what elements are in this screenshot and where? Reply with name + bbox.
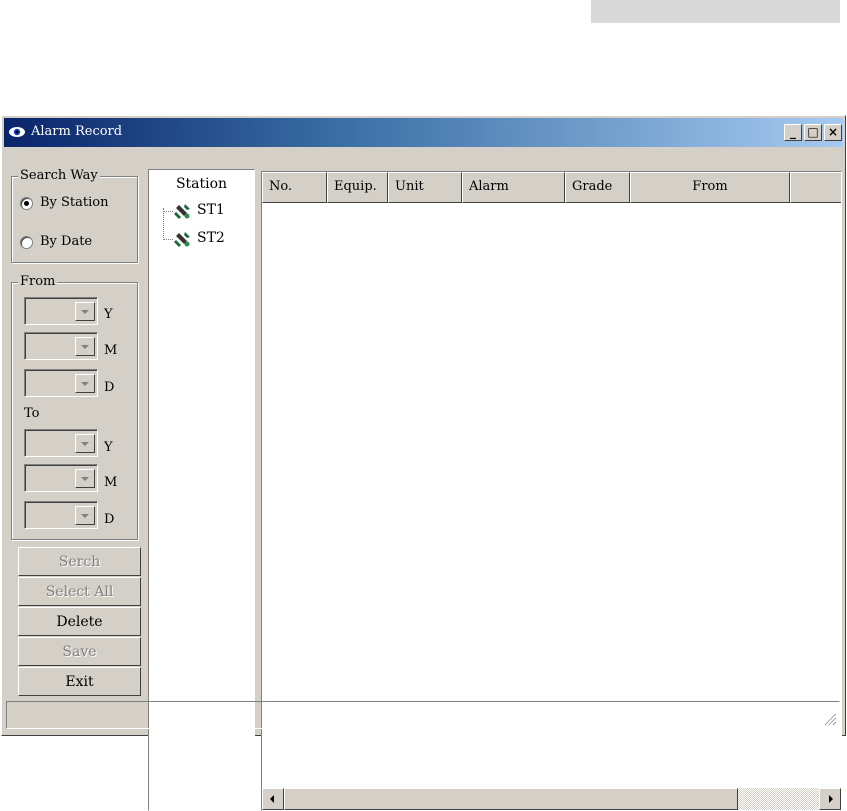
to-day-unit: D <box>104 512 115 527</box>
window-title: Alarm Record <box>31 124 123 139</box>
to-month-unit: M <box>104 475 118 490</box>
minimize-icon: _ <box>790 125 796 139</box>
to-year-unit: Y <box>104 440 113 455</box>
tree-connector <box>163 211 173 212</box>
chevron-down-icon[interactable] <box>75 374 95 393</box>
tree-connector <box>163 208 164 240</box>
to-label: To <box>24 406 40 421</box>
satellite-icon <box>174 204 190 219</box>
radio-label: By Date <box>40 234 93 249</box>
chevron-down-icon[interactable] <box>75 434 95 453</box>
chevron-down-icon[interactable] <box>75 469 95 488</box>
column-header-from[interactable]: From <box>630 172 790 203</box>
column-header-alarm[interactable]: Alarm <box>462 172 565 203</box>
close-button[interactable]: × <box>824 124 842 141</box>
chevron-down-icon[interactable] <box>75 302 95 321</box>
eye-icon <box>9 127 25 137</box>
scroll-thumb[interactable] <box>284 788 738 810</box>
radio-label: By Station <box>40 195 109 210</box>
radio-selected-dot <box>24 201 29 206</box>
radio-button[interactable] <box>20 236 33 249</box>
from-day-combo[interactable] <box>24 369 98 397</box>
delete-button[interactable]: Delete <box>18 607 141 636</box>
satellite-icon <box>174 232 190 247</box>
column-header-grade[interactable]: Grade <box>565 172 630 203</box>
search-way-legend: Search Way <box>18 168 100 183</box>
to-year-combo[interactable] <box>24 429 98 457</box>
horizontal-scrollbar[interactable] <box>262 788 841 810</box>
maximize-button[interactable]: □ <box>804 124 822 141</box>
minimize-button[interactable]: _ <box>784 124 802 141</box>
chevron-down-icon[interactable] <box>75 337 95 356</box>
save-button[interactable]: Save <box>18 637 141 666</box>
alarm-record-window: Alarm Record _ □ × Search Way By Station… <box>1 115 846 811</box>
maximize-icon: □ <box>807 125 819 139</box>
radio-button[interactable] <box>20 197 33 210</box>
to-month-combo[interactable] <box>24 464 98 492</box>
table-header: No. Equip. Unit Alarm Grade From <box>262 172 841 203</box>
from-day-unit: D <box>104 380 115 395</box>
tree-item-label: ST2 <box>197 230 225 246</box>
from-month-combo[interactable] <box>24 332 98 360</box>
station-tree-header: Station <box>175 176 228 192</box>
chevron-down-icon[interactable] <box>75 506 95 525</box>
from-month-unit: M <box>104 343 118 358</box>
search-button[interactable]: Serch <box>18 547 141 576</box>
from-year-unit: Y <box>104 307 113 322</box>
status-bar <box>6 701 840 729</box>
select-all-button[interactable]: Select All <box>18 577 141 606</box>
search-way-group: Search Way By Station By Date <box>11 169 138 263</box>
resize-grip-icon[interactable] <box>823 712 837 726</box>
tree-connector <box>163 239 173 240</box>
top-gray-bar <box>591 0 840 23</box>
column-header-unit[interactable]: Unit <box>388 172 462 203</box>
scroll-left-button[interactable] <box>262 788 284 810</box>
column-header-equip[interactable]: Equip. <box>327 172 388 203</box>
scroll-right-button[interactable] <box>819 788 841 810</box>
to-day-combo[interactable] <box>24 501 98 529</box>
close-icon: × <box>827 125 839 139</box>
column-header-no[interactable]: No. <box>262 172 327 203</box>
column-header-extra[interactable] <box>790 172 841 203</box>
exit-button[interactable]: Exit <box>18 667 141 696</box>
date-range-group: From Y M D To Y M D <box>11 275 138 540</box>
from-year-combo[interactable] <box>24 297 98 325</box>
title-bar[interactable]: Alarm Record _ □ × <box>4 118 843 147</box>
tree-item-label: ST1 <box>197 202 225 218</box>
from-legend: From <box>18 274 58 289</box>
scroll-track[interactable] <box>738 788 819 810</box>
